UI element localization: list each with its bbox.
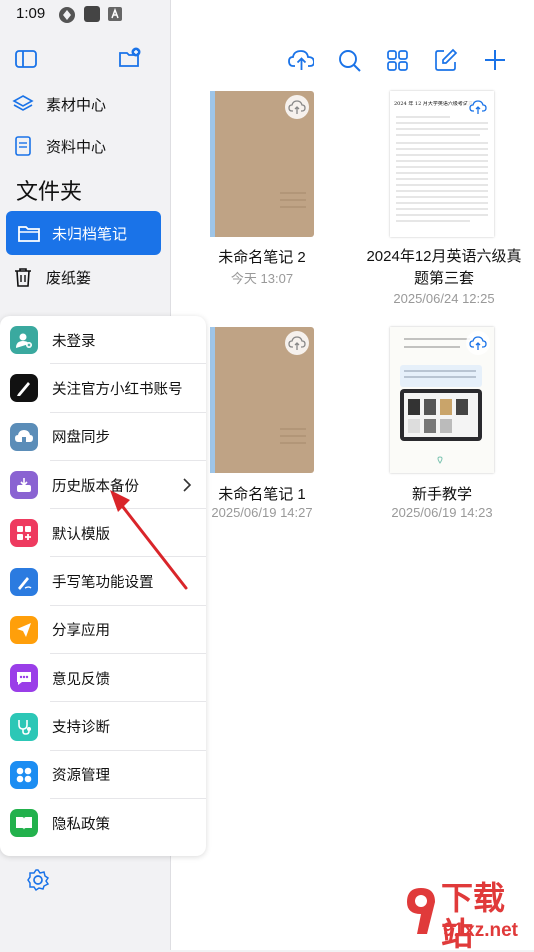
status-app-icon [59,7,75,23]
cloud-upload-icon [288,100,306,114]
sidebar-item-label: 素材中心 [46,96,107,114]
menu-item-privacy-policy[interactable]: 隐私政策 [0,799,206,847]
menu-item-label: 意见反馈 [52,671,110,688]
status-square-icon [84,6,100,22]
menu-item-label: 支持诊断 [52,720,110,737]
sidebar-folder-unarchived[interactable]: 未归档笔记 [6,211,161,255]
grid-icon [10,760,38,789]
document-icon [15,136,31,156]
menu-item-label: 分享应用 [52,623,110,640]
folders-heading: 文件夹 [16,179,83,204]
menu-item-account[interactable]: 未登录 [0,316,206,365]
cloud-upload-badge [466,95,490,119]
sidebar-item-resources[interactable]: 资料中心 [12,126,106,166]
menu-item-resource-management[interactable]: 资源管理 [0,751,206,799]
cloud-upload-badge [466,331,490,355]
user-icon [10,326,38,355]
annotation-arrow [110,490,188,590]
note-title[interactable]: 未命名笔记 1 [202,483,322,504]
note-card[interactable] [210,327,314,473]
menu-item-share-app[interactable]: 分享应用 [0,606,206,655]
pen-icon [10,374,38,403]
sidebar-folder-label: 废纸篓 [46,269,92,287]
menu-item-label: 未登录 [52,333,96,350]
note-card[interactable]: 2024 年 12 月大学英语六级考试真题 [390,91,494,237]
menu-item-label: 关注官方小红书账号 [52,381,183,398]
sidebar-item-label: 资料中心 [46,138,107,156]
feedback-icon [10,664,38,693]
layers-icon [12,95,34,111]
sidebar-item-materials[interactable]: 素材中心 [12,84,106,124]
sidebar-folder-trash[interactable]: 废纸篓 [12,257,91,297]
cloud-drive-icon [10,422,38,451]
menu-item-label: 网盘同步 [52,430,110,447]
edit-icon[interactable] [434,48,460,74]
cloud-upload-badge [285,331,309,355]
menu-item-label: 隐私政策 [52,816,110,833]
status-a-icon [108,7,122,21]
note-date: 2025/06/19 14:27 [211,505,313,520]
status-time: 1:09 [16,5,46,22]
menu-item-follow-xiaohongshu[interactable]: 关注官方小红书账号 [0,364,206,413]
menu-item-cloud-drive-sync[interactable]: 网盘同步 [0,413,206,461]
menu-item-feedback[interactable]: 意见反馈 [0,654,206,703]
watermark-url: 91xz.net [443,920,518,941]
watermark-logo-icon [407,888,435,934]
backup-icon [10,471,38,500]
cloud-upload-badge [285,95,309,119]
sidebar-toggle-icon[interactable] [15,50,37,68]
add-icon[interactable] [483,48,509,74]
template-icon [10,519,38,548]
cloud-upload-icon [469,100,487,114]
site-watermark: 下载站 91xz.net [405,880,531,952]
cloud-upload-icon [469,336,487,350]
book-icon [10,809,38,838]
cloud-upload-icon [288,336,306,350]
note-title[interactable]: 新手教学 [382,483,502,504]
trash-icon [15,268,31,287]
menu-item-diagnostics[interactable]: 支持诊断 [0,702,206,751]
stethoscope-icon [10,712,38,741]
stylus-icon [10,567,38,596]
settings-gear-icon[interactable] [26,868,50,892]
note-card[interactable] [210,91,314,237]
folder-icon [18,226,40,242]
new-folder-icon[interactable] [118,47,142,69]
share-icon [10,615,38,644]
note-date: 2025/06/24 12:25 [393,291,495,306]
note-title[interactable]: 未命名笔记 2 [202,246,322,267]
grid-view-icon[interactable] [386,49,412,75]
cloud-sync-icon[interactable] [288,47,314,73]
note-title[interactable]: 2024年12月英语六级真题第三套 [359,246,529,290]
note-date: 2025/06/19 14:23 [391,505,493,520]
sidebar-folder-label: 未归档笔记 [52,225,128,243]
search-icon[interactable] [337,48,363,74]
menu-item-label: 资源管理 [52,768,110,785]
note-card[interactable] [390,327,494,473]
note-date: 今天 13:07 [230,271,294,286]
